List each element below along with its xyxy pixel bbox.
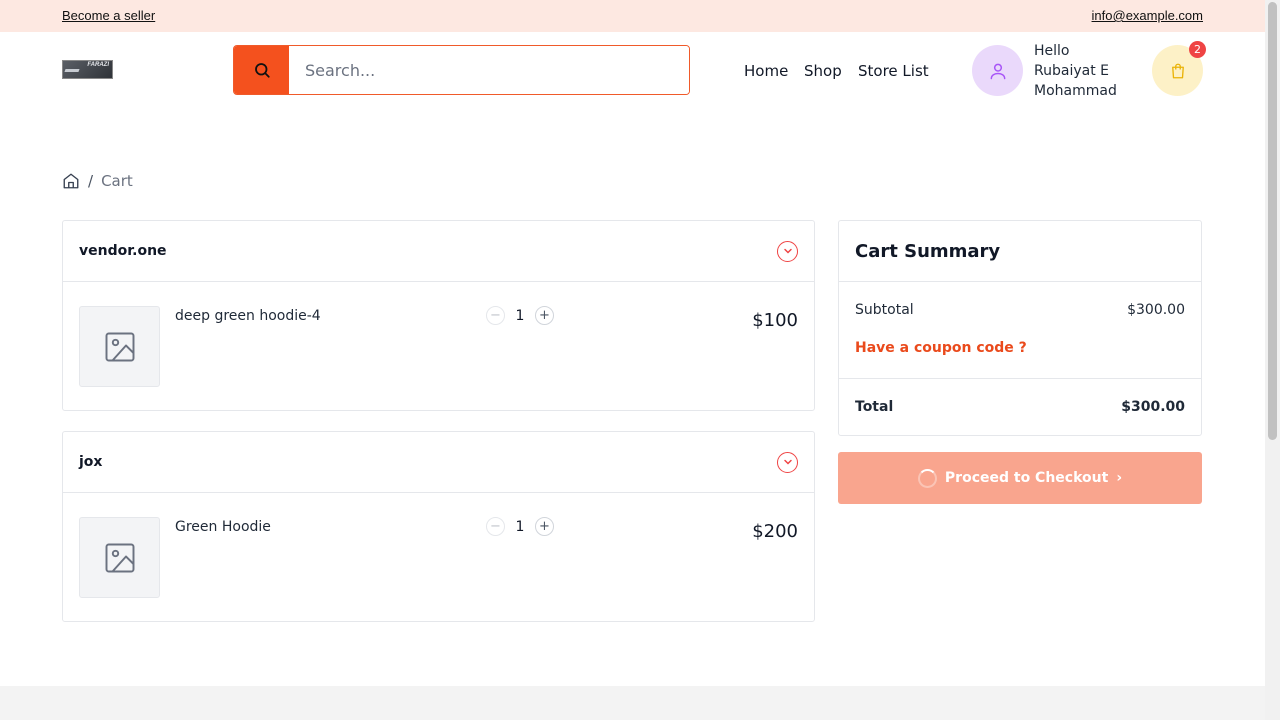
search-icon [254,63,270,78]
product-thumbnail[interactable] [79,517,160,598]
quantity-stepper: − 1 + [486,517,554,536]
product-name[interactable]: deep green hoodie-4 [175,308,321,324]
increase-quantity-button[interactable]: + [535,306,554,325]
breadcrumb-separator: / [88,172,94,190]
site-logo[interactable]: FARAZI [62,60,113,79]
user-name-line2: Mohammad [1034,83,1117,99]
total-row: Total $300.00 [855,399,1185,415]
cart-item: deep green hoodie-4 − 1 + $100 [63,282,814,410]
chevron-down-icon [783,459,792,465]
cart-item: Green Hoodie − 1 + $200 [63,493,814,621]
vendor-name: jox [79,454,103,470]
vendor-name: vendor.one [79,243,167,259]
checkout-button[interactable]: Proceed to Checkout › [838,452,1202,504]
chevron-right-icon: › [1116,470,1123,486]
product-price: $200 [752,521,798,542]
email-link[interactable]: info@example.com [1092,8,1203,23]
top-bar: Become a seller info@example.com [0,0,1265,32]
vendor-header: jox [63,432,814,493]
total-label: Total [855,399,894,415]
nav-shop[interactable]: Shop [804,62,842,80]
shopping-bag-icon [1171,63,1184,78]
chevron-down-icon [783,248,792,254]
subtotal-label: Subtotal [855,302,914,318]
cart-count-badge: 2 [1189,41,1206,58]
nav-store-list[interactable]: Store List [858,62,929,80]
summary-title: Cart Summary [839,221,1201,282]
collapse-toggle[interactable] [777,451,798,473]
coupon-link[interactable]: Have a coupon code ? [855,340,1027,356]
checkout-label: Proceed to Checkout [944,470,1109,486]
increase-quantity-button[interactable]: + [535,517,554,536]
become-seller-link[interactable]: Become a seller [62,8,155,23]
home-icon[interactable] [62,172,80,190]
vertical-scrollbar[interactable] [1265,0,1280,720]
subtotal-value: $300.00 [1127,302,1185,318]
user-icon [990,63,1005,79]
loading-spinner-icon [917,468,937,488]
search-input[interactable] [289,46,689,94]
decrease-quantity-button[interactable]: − [486,306,505,325]
search-button[interactable] [234,46,289,94]
scrollbar-thumb[interactable] [1268,2,1277,440]
vendor-header: vendor.one [63,221,814,282]
decrease-quantity-button[interactable]: − [486,517,505,536]
vendor-card: jox Green Hoodie − 1 + $200 [62,431,815,622]
product-name[interactable]: Green Hoodie [175,519,271,535]
quantity-value: 1 [515,518,525,535]
total-value: $300.00 [1121,399,1185,415]
quantity-stepper: − 1 + [486,306,554,325]
breadcrumb-current: Cart [101,172,133,190]
collapse-toggle[interactable] [777,240,798,262]
footer [0,686,1265,720]
logo-text: FARAZI [87,62,109,68]
product-thumbnail[interactable] [79,306,160,387]
image-placeholder-icon [105,543,134,572]
product-price: $100 [752,310,798,331]
user-greeting[interactable]: Hello Rubaiyat E Mohammad [1034,41,1117,101]
subtotal-row: Subtotal $300.00 [855,302,1185,318]
user-name-line1: Rubaiyat E [1034,63,1109,79]
summary-divider [839,378,1201,379]
breadcrumb: / Cart [62,172,133,190]
nav-home[interactable]: Home [744,62,788,80]
search-bar [233,45,690,95]
image-placeholder-icon [105,332,134,361]
vendor-card: vendor.one deep green hoodie-4 − 1 + $10… [62,220,815,411]
user-avatar[interactable] [972,45,1023,96]
quantity-value: 1 [515,307,525,324]
cart-summary: Cart Summary Subtotal $300.00 Have a cou… [838,220,1202,436]
greeting-text: Hello [1034,43,1070,59]
